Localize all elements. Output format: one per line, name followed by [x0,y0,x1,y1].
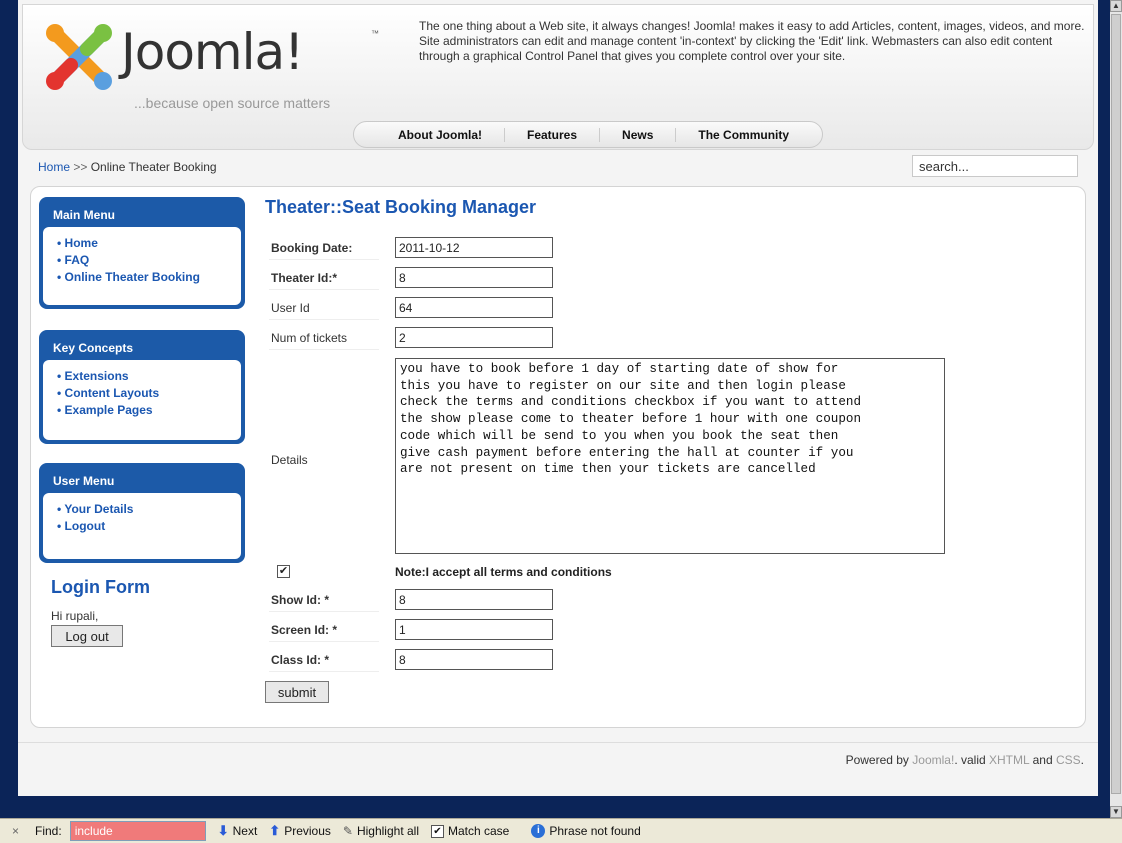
main-menu-title: Main Menu [53,208,115,222]
user-id-field[interactable] [395,297,553,318]
details-textarea[interactable]: you have to book before 1 day of startin… [395,358,945,554]
footer-xhtml-link[interactable]: XHTML [989,753,1029,767]
find-previous-label: Previous [284,824,331,838]
site-footer: Powered by Joomla!. valid XHTML and CSS. [18,742,1098,780]
user-menu-list: Your Details Logout [43,493,241,559]
topnav-news[interactable]: News [600,127,677,142]
menu-item-logout[interactable]: Logout [57,518,235,535]
find-next-button[interactable]: ⬇ Next [218,823,258,839]
search-input[interactable] [912,155,1078,177]
menu-item-example-pages[interactable]: Example Pages [57,402,235,419]
footer-text: Powered by Joomla!. valid XHTML and CSS. [846,753,1084,767]
menu-item-home[interactable]: Home [57,235,235,252]
footer-and: and [1032,753,1053,767]
theater-id-label: Theater Id:* [269,267,379,290]
find-bar: × Find: ⬇ Next ⬆ Previous ✎ Highlight al… [0,818,1122,843]
key-concepts-list: Extensions Content Layouts Example Pages [43,360,241,440]
arrow-up-icon: ⬆ [269,823,281,838]
topnav-community[interactable]: The Community [676,128,811,142]
menu-item-content-layouts[interactable]: Content Layouts [57,385,235,402]
footer-end: . [1080,753,1084,767]
find-status-label: Phrase not found [549,824,641,838]
user-menu-title: User Menu [53,474,115,488]
terms-checkbox[interactable]: ✔ [277,565,290,578]
scroll-up-icon[interactable]: ▲ [1110,0,1122,12]
logo-wordmark: Joomla! [121,23,304,81]
footer-powered-by: Powered by [845,753,909,767]
login-form-title: Login Form [51,577,150,597]
details-label: Details [271,453,308,467]
show-id-label: Show Id: * [269,589,379,612]
match-case-checkbox[interactable]: ✔ [431,824,444,838]
find-input[interactable] [69,821,206,841]
menu-item-faq[interactable]: FAQ [57,252,235,269]
top-navigation: About Joomla! Features News The Communit… [353,121,823,148]
scrollbar-thumb[interactable] [1111,14,1121,794]
find-status: i Phrase not found [531,824,641,838]
breadcrumb: Home >> Online Theater Booking [38,160,217,174]
num-tickets-field[interactable] [395,327,553,348]
match-case-label: Match case [448,824,510,838]
menu-item-online-theater-booking[interactable]: Online Theater Booking [57,269,235,286]
num-tickets-label: Num of tickets [269,327,379,350]
match-case-option[interactable]: ✔ Match case [431,824,509,838]
form-title: Theater::Seat Booking Manager [265,197,537,217]
user-id-label: User Id [269,297,379,320]
show-id-field[interactable] [395,589,553,610]
theater-id-field[interactable] [395,267,553,288]
login-greeting: Hi rupali, [51,609,99,623]
info-icon: i [531,824,546,838]
scroll-down-icon[interactable]: ▼ [1110,806,1122,818]
footer-valid: . valid [954,753,986,767]
highlight-all-button[interactable]: ✎ Highlight all [343,824,419,838]
find-label: Find: [35,824,62,838]
arrow-down-icon: ⬇ [217,823,229,838]
menu-item-your-details[interactable]: Your Details [57,501,235,518]
vertical-scrollbar[interactable]: ▲ ▼ [1110,0,1122,818]
highlight-all-label: Highlight all [356,824,419,838]
find-next-label: Next [232,824,258,838]
menu-item-extensions[interactable]: Extensions [57,368,235,385]
logo-tagline: ...because open source matters [134,95,331,111]
screen-id-field[interactable] [395,619,553,640]
site-intro-text: The one thing about a Web site, it alway… [419,19,1085,63]
breadcrumb-separator: >> [73,160,88,174]
breadcrumb-current: Online Theater Booking [90,160,217,174]
find-previous-button[interactable]: ⬆ Previous [269,823,331,839]
key-concepts-module: Key Concepts Extensions Content Layouts … [39,330,245,444]
main-menu-list: Home FAQ Online Theater Booking [43,227,241,305]
page: Joomla! ™ ...because open source matters… [18,0,1098,796]
class-id-field[interactable] [395,649,553,670]
key-concepts-title: Key Concepts [53,341,134,355]
terms-note: Note:I accept all terms and conditions [395,565,612,579]
close-icon[interactable]: × [12,824,19,838]
highlighter-icon: ✎ [342,824,353,838]
breadcrumb-home[interactable]: Home [38,160,70,174]
logo-trademark: ™ [371,29,379,38]
user-menu-module: User Menu Your Details Logout [39,463,245,563]
logout-button[interactable]: Log out [51,625,123,647]
site-header: Joomla! ™ ...because open source matters… [22,4,1094,150]
booking-date-field[interactable] [395,237,553,258]
main-menu-module: Main Menu Home FAQ Online Theater Bookin… [39,197,245,309]
footer-joomla-link[interactable]: Joomla! [912,753,954,767]
content-area: Main Menu Home FAQ Online Theater Bookin… [30,186,1086,728]
booking-date-label: Booking Date: [269,237,379,260]
screen-id-label: Screen Id: * [269,619,379,642]
topnav-about-joomla[interactable]: About Joomla! [376,127,505,142]
joomla-logo-icon [46,24,112,90]
joomla-logo[interactable]: Joomla! ™ ...because open source matters [41,15,379,111]
class-id-label: Class Id: * [269,649,379,672]
topnav-features[interactable]: Features [505,127,601,142]
submit-button[interactable]: submit [265,681,329,703]
footer-css-link[interactable]: CSS [1056,753,1081,767]
